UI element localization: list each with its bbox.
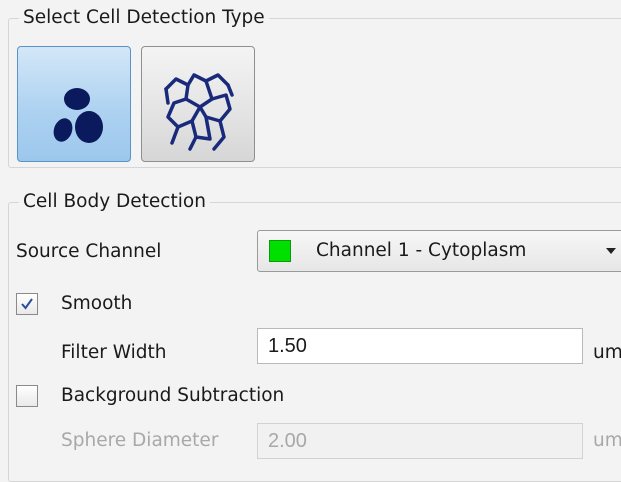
sphere-diameter-input[interactable]: 2.00: [257, 423, 583, 459]
chevron-down-icon: [606, 248, 616, 254]
membrane-detection-button[interactable]: [141, 46, 255, 162]
smooth-checkbox[interactable]: [16, 293, 38, 315]
channel-color-swatch: [269, 240, 291, 262]
filter-width-unit: um: [593, 342, 621, 363]
sphere-diameter-unit: um: [593, 430, 621, 451]
background-subtraction-label: Background Subtraction: [61, 385, 285, 406]
source-channel-value: Channel 1 - Cytoplasm: [316, 240, 527, 261]
cell-body-icon: [53, 88, 103, 143]
smooth-label: Smooth: [61, 293, 133, 314]
source-channel-label: Source Channel: [16, 241, 162, 262]
filter-width-input[interactable]: 1.50: [257, 328, 583, 364]
source-channel-dropdown[interactable]: Channel 1 - Cytoplasm: [257, 230, 621, 272]
membrane-network-icon: [164, 73, 234, 151]
sphere-diameter-label: Sphere Diameter: [61, 430, 219, 451]
cell-body-detection-group: Cell Body Detection Source Channel Chann…: [8, 190, 621, 482]
cell-body-detection-legend: Cell Body Detection: [19, 190, 210, 214]
detection-type-legend: Select Cell Detection Type: [19, 6, 269, 30]
background-subtraction-checkbox[interactable]: [16, 385, 38, 407]
detection-type-group: Select Cell Detection Type: [8, 6, 621, 168]
checkmark-icon: [21, 298, 33, 310]
filter-width-label: Filter Width: [61, 342, 167, 363]
cell-body-detection-button[interactable]: [17, 46, 131, 162]
